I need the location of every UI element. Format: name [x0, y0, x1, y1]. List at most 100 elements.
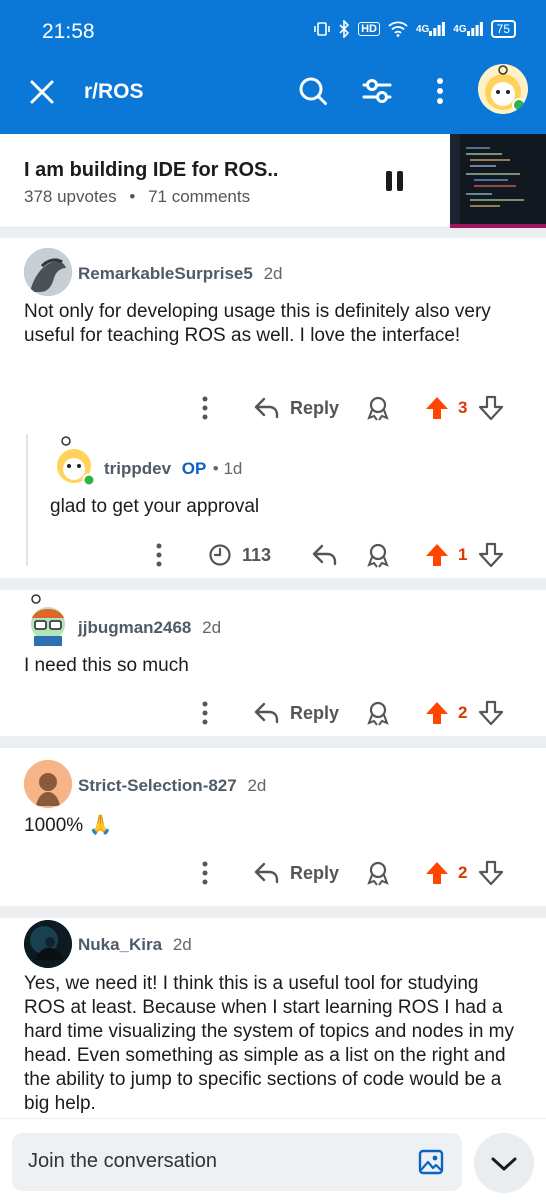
comment-time: 2d [202, 618, 222, 637]
comment-body: 1000% 🙏 [24, 815, 113, 836]
composer-placeholder: Join the conversation [28, 1150, 218, 1172]
comment: jjbugman2468 2d I need this so much Repl… [0, 590, 546, 736]
close-icon[interactable] [28, 78, 56, 106]
user-avatar[interactable] [478, 64, 528, 114]
avatar[interactable] [52, 436, 98, 486]
comment-username[interactable]: RemarkableSurprise5 2d [78, 264, 282, 284]
network-label-2: 4G [453, 23, 467, 35]
chevron-down-icon [491, 1157, 517, 1171]
comment: Strict-Selection-827 2d 1000% 🙏 Reply 2 [0, 748, 546, 906]
award-icon[interactable] [366, 858, 390, 888]
award-icon[interactable] [366, 393, 390, 423]
upvote-icon[interactable] [424, 393, 450, 423]
reply-button[interactable]: Reply [254, 858, 339, 888]
views-button[interactable]: 113 [208, 540, 271, 570]
comment: Nuka_Kira 2d Yes, we need it! I think th… [0, 918, 546, 1118]
vibrate-icon [314, 21, 330, 37]
join-conversation-input[interactable]: Join the conversation [12, 1133, 462, 1191]
comment-username[interactable]: Strict-Selection-827 2d [78, 776, 266, 796]
reply-label: Reply [290, 397, 340, 418]
image-icon[interactable] [418, 1149, 444, 1175]
comment-username[interactable]: jjbugman2468 2d [78, 618, 221, 638]
upvote-icon[interactable] [424, 540, 450, 570]
downvote-icon[interactable] [478, 698, 504, 728]
post-summary[interactable]: I am building IDE for ROS.. 378 upvotes … [0, 134, 546, 228]
more-vertical-icon[interactable] [428, 76, 452, 106]
filter-icon[interactable] [362, 76, 392, 106]
post-meta: 378 upvotes • 71 comments [24, 187, 250, 207]
reply-button[interactable]: Reply [254, 698, 339, 728]
status-bar: 21:58 HD 4G 4G 75 [0, 0, 546, 62]
collapse-button[interactable] [474, 1133, 534, 1193]
section-divider [0, 906, 546, 918]
bluetooth-icon [338, 20, 350, 38]
section-divider [0, 736, 546, 748]
comment-body: Not only for developing usage this is de… [24, 301, 491, 346]
avatar[interactable] [24, 920, 72, 968]
wifi-icon [388, 21, 408, 37]
comment-username[interactable]: Nuka_Kira 2d [78, 935, 192, 955]
reply-label: Reply [290, 862, 340, 883]
network-label-1: 4G [415, 23, 430, 35]
view-count: 113 [242, 544, 272, 565]
downvote-icon[interactable] [478, 858, 504, 888]
signal-icon-2: 4G [453, 22, 483, 36]
comment: RemarkableSurprise5 2d Not only for deve… [0, 238, 546, 578]
comment-actions: Reply 2 [0, 858, 546, 888]
username[interactable]: trippdev [104, 459, 171, 478]
subreddit-title[interactable]: r/ROS [84, 80, 144, 104]
avatar[interactable] [24, 594, 72, 648]
reply-icon [254, 862, 279, 884]
username[interactable]: jjbugman2468 [78, 618, 191, 637]
username[interactable]: Strict-Selection-827 [78, 776, 237, 795]
comment-count: 71 comments [148, 187, 251, 206]
downvote-icon[interactable] [478, 540, 504, 570]
vote-count: 2 [458, 863, 468, 882]
hd-icon: HD [358, 22, 380, 36]
upvote-count: 378 upvotes [24, 187, 117, 206]
meta-separator: • [129, 187, 136, 206]
reply-icon [254, 702, 279, 724]
downvote-icon[interactable] [478, 393, 504, 423]
more-vertical-icon[interactable] [196, 698, 214, 728]
search-icon[interactable] [298, 76, 328, 106]
reply-icon[interactable] [312, 540, 338, 570]
username[interactable]: RemarkableSurprise5 [78, 264, 253, 283]
pause-icon[interactable] [384, 170, 406, 192]
comment-time: • 1d [212, 459, 243, 478]
reply-label: Reply [290, 702, 340, 723]
more-vertical-icon[interactable] [196, 858, 214, 888]
signal-icon-1: 4G [415, 22, 446, 36]
comment-time: 2d [263, 264, 283, 283]
comment-actions: Reply 3 [0, 393, 546, 423]
post-thumbnail[interactable] [450, 134, 546, 228]
section-divider [0, 228, 546, 238]
avatar[interactable] [24, 760, 72, 808]
comment-actions: Reply 2 [0, 698, 546, 728]
avatar[interactable] [24, 248, 72, 296]
username[interactable]: Nuka_Kira [78, 935, 162, 954]
app-bar: r/ROS [0, 62, 546, 134]
vote-count: 2 [458, 703, 468, 722]
reply-icon [254, 397, 279, 419]
op-badge: OP [181, 459, 207, 478]
vote-count: 1 [458, 545, 468, 564]
more-vertical-icon[interactable] [196, 393, 214, 423]
comment-body: Yes, we need it! I think this is a usefu… [24, 973, 515, 1114]
post-title[interactable]: I am building IDE for ROS.. [24, 159, 278, 182]
upvote-icon[interactable] [424, 858, 450, 888]
award-icon[interactable] [366, 540, 390, 570]
award-icon[interactable] [366, 698, 390, 728]
comment-body: I need this so much [24, 655, 189, 676]
comment-body: glad to get your approval [50, 496, 260, 517]
clock-icon [209, 544, 231, 566]
more-vertical-icon[interactable] [150, 540, 168, 570]
reply-username[interactable]: trippdev OP • 1d [104, 459, 242, 479]
battery-indicator: 75 [490, 20, 516, 38]
reply-button[interactable]: Reply [254, 393, 339, 423]
comment-time: 2d [247, 776, 267, 795]
status-icons: HD 4G 4G 75 [314, 20, 516, 38]
comment-time: 2d [172, 935, 192, 954]
section-divider [0, 578, 546, 590]
upvote-icon[interactable] [424, 698, 450, 728]
